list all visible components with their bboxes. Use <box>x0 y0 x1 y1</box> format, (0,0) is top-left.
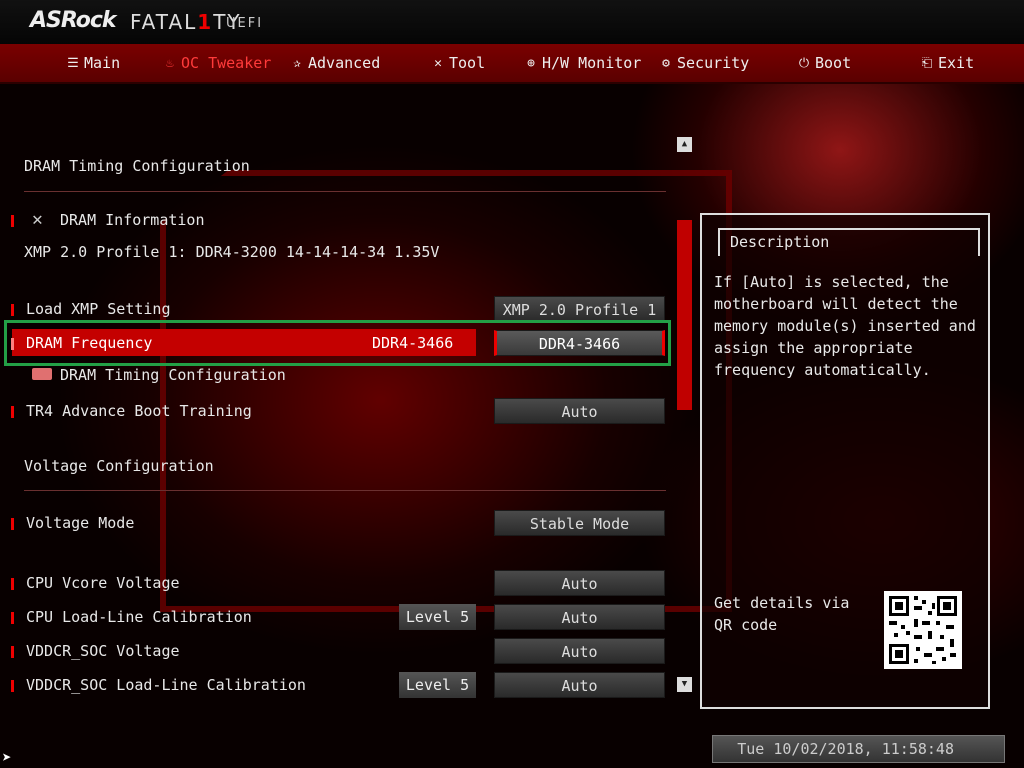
item-marker <box>11 578 14 590</box>
mouse-cursor-icon: ➤ <box>2 748 12 767</box>
tab-exit[interactable]: ⎗ Exit <box>920 44 974 82</box>
selection-highlight-box <box>4 320 671 366</box>
cpu-llc-label: CPU Load-Line Calibration <box>26 608 252 626</box>
tab-security[interactable]: ⚙ Security <box>659 44 749 82</box>
tab-main[interactable]: ☰ Main <box>66 44 120 82</box>
item-marker <box>11 612 14 624</box>
scrollbar-thumb[interactable] <box>677 220 692 410</box>
top-nav: ☰ Main ♨ OC Tweaker ✰ Advanced ✕ Tool ⊕ H/W M… <box>0 44 1024 84</box>
tab-hw-monitor[interactable]: ⊕ H/W Monitor <box>524 44 641 82</box>
wrench-screwdriver-icon: ✕ <box>32 209 43 230</box>
dram-information-label: DRAM Information <box>60 211 205 229</box>
tools-icon: ✕ <box>434 55 442 71</box>
power-icon: ⏻ <box>798 55 810 71</box>
page-title: DRAM Timing Configuration <box>24 157 250 175</box>
cpu-vcore-label: CPU Vcore Voltage <box>26 574 180 592</box>
cpu-llc-current: Level 5 <box>399 604 476 630</box>
title-divider <box>24 191 666 192</box>
datetime-display: Tue 10/02/2018, 11:58:48 <box>712 735 1005 763</box>
tab-tool[interactable]: ✕ Tool <box>431 44 485 82</box>
list-icon: ☰ <box>67 55 79 71</box>
header: ASRock FATAL1TY UEFI <box>0 0 1024 44</box>
shield-icon: ⚙ <box>662 55 670 71</box>
qr-caption: Get details via QR code <box>714 594 850 634</box>
background-frame <box>160 170 732 612</box>
load-xmp-setting-label: Load XMP Setting <box>26 300 171 318</box>
item-marker <box>11 215 14 227</box>
scroll-down-arrow-icon[interactable]: ▼ <box>677 677 692 692</box>
product-name: FATAL1TY <box>130 10 242 34</box>
monitor-icon: ⊕ <box>527 55 535 71</box>
qr-code-icon <box>884 591 962 669</box>
brand-logo: ASRock <box>30 8 117 33</box>
folder-icon <box>32 368 52 380</box>
tab-boot[interactable]: ⏻ Boot <box>797 44 851 82</box>
description-text: If [Auto] is selected, the motherboard w… <box>714 273 976 379</box>
item-marker <box>11 304 14 316</box>
item-marker <box>11 406 14 418</box>
item-marker <box>11 680 14 692</box>
voltage-divider <box>24 490 666 491</box>
uefi-label: UEFI <box>226 16 264 31</box>
xmp-profile-info: XMP 2.0 Profile 1: DDR4-3200 14-14-14-34… <box>24 243 440 261</box>
load-xmp-setting-value[interactable]: XMP 2.0 Profile 1 <box>494 296 665 322</box>
vddcr-soc-value[interactable]: Auto <box>494 638 665 664</box>
scroll-up-arrow-icon[interactable]: ▲ <box>677 137 692 152</box>
voltage-mode-label: Voltage Mode <box>26 514 135 532</box>
description-title: Description <box>730 233 830 251</box>
tr4-training-label: TR4 Advance Boot Training <box>26 402 252 420</box>
item-marker <box>11 518 14 530</box>
exit-door-icon: ⎗ <box>921 55 933 71</box>
cpu-llc-value[interactable]: Auto <box>494 604 665 630</box>
cpu-vcore-value[interactable]: Auto <box>494 570 665 596</box>
tab-oc-tweaker[interactable]: ♨ OC Tweaker <box>163 44 271 82</box>
item-marker <box>11 646 14 658</box>
vddcr-soc-llc-value[interactable]: Auto <box>494 672 665 698</box>
voltage-section-title: Voltage Configuration <box>24 457 214 475</box>
tab-advanced[interactable]: ✰ Advanced <box>290 44 380 82</box>
dram-timing-config-label: DRAM Timing Configuration <box>60 366 286 384</box>
star-icon: ✰ <box>293 55 301 71</box>
tr4-training-value[interactable]: Auto <box>494 398 665 424</box>
vddcr-soc-label: VDDCR_SOC Voltage <box>26 642 180 660</box>
vddcr-soc-llc-current: Level 5 <box>399 672 476 698</box>
flame-icon: ♨ <box>166 55 174 71</box>
vddcr-soc-llc-label: VDDCR_SOC Load-Line Calibration <box>26 676 306 694</box>
voltage-mode-value[interactable]: Stable Mode <box>494 510 665 536</box>
